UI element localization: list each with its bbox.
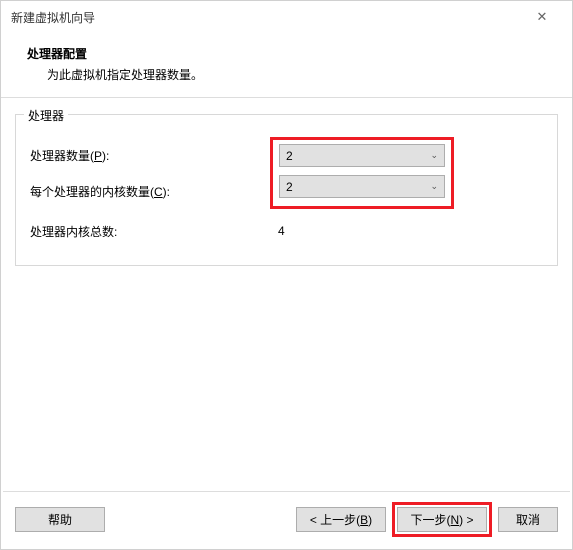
chevron-down-icon: ⌄ (430, 150, 438, 161)
total-cores-label: 处理器内核总数: (30, 223, 270, 240)
footer: 帮助 < 上一步(B) 下一步(N) > 取消 (1, 492, 572, 549)
cores-per-dropdown[interactable]: 2 ⌄ (279, 175, 445, 198)
help-button[interactable]: 帮助 (15, 507, 105, 532)
cores-per-value: 2 (286, 180, 430, 194)
proc-count-dropdown[interactable]: 2 ⌄ (279, 144, 445, 167)
close-button[interactable]: ✕ (522, 1, 562, 33)
page-title: 处理器配置 (27, 45, 546, 62)
processor-groupbox: 处理器 处理器数量(P): 每个处理器的内核数量(C): (15, 114, 558, 266)
proc-count-value: 2 (286, 149, 430, 163)
titlebar: 新建虚拟机向导 ✕ (1, 1, 572, 33)
cancel-button[interactable]: 取消 (498, 507, 558, 532)
total-cores-value: 4 (270, 224, 285, 238)
chevron-down-icon: ⌄ (430, 181, 438, 192)
close-icon: ✕ (537, 9, 548, 25)
content-area: 处理器 处理器数量(P): 每个处理器的内核数量(C): (1, 98, 572, 491)
window-title: 新建虚拟机向导 (11, 9, 522, 26)
dropdowns-highlight: 2 ⌄ 2 ⌄ (270, 137, 454, 209)
group-legend: 处理器 (24, 107, 68, 124)
next-button-highlight: 下一步(N) > (392, 502, 492, 537)
next-button[interactable]: 下一步(N) > (397, 507, 487, 532)
proc-count-label: 处理器数量(P): (30, 147, 270, 164)
wizard-header: 处理器配置 为此虚拟机指定处理器数量。 (1, 33, 572, 98)
cores-per-label: 每个处理器的内核数量(C): (30, 183, 270, 200)
page-subtitle: 为此虚拟机指定处理器数量。 (27, 66, 546, 83)
wizard-window: 新建虚拟机向导 ✕ 处理器配置 为此虚拟机指定处理器数量。 处理器 处理器数量(… (0, 0, 573, 550)
back-button[interactable]: < 上一步(B) (296, 507, 386, 532)
